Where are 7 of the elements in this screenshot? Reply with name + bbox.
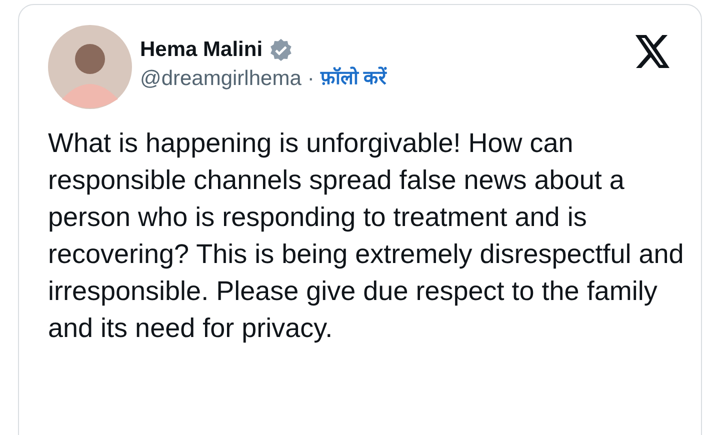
author-handle[interactable]: @dreamgirlhema <box>140 64 302 94</box>
follow-link[interactable]: फ़ॉलो करें <box>320 64 387 94</box>
avatar[interactable] <box>48 25 132 109</box>
post-text: What is happening is unforgivable! How can responsible channels spread false news about a person who is responding to treatment and is recovering? This is being extremely disrespectful and irresponsible. Please give due respect to the family and its need for privacy. <box>48 127 685 345</box>
author-name[interactable]: Hema Malini <box>140 36 263 64</box>
x-logo-icon[interactable] <box>635 35 671 68</box>
separator: · <box>307 66 314 92</box>
